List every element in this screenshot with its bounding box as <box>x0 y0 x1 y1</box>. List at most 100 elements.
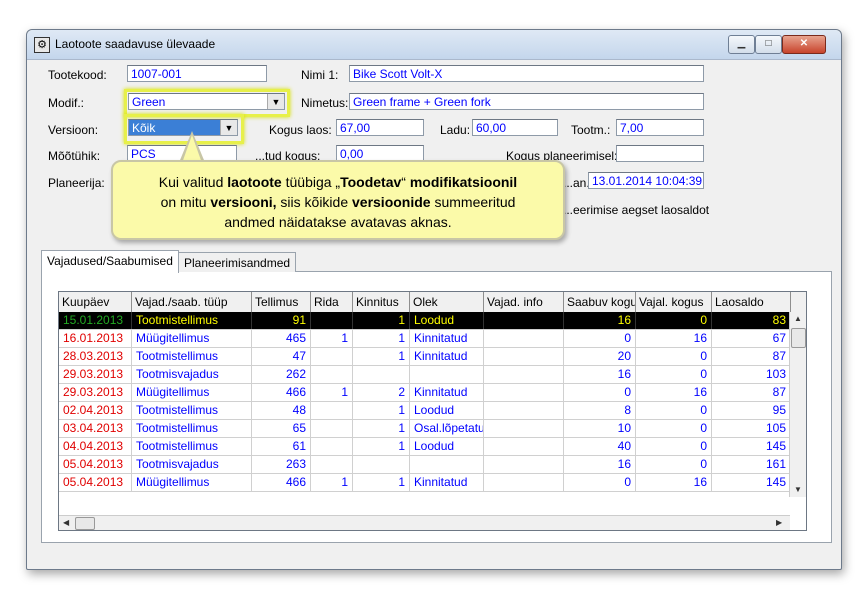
versioon-label: Versioon: <box>48 123 99 137</box>
table-row[interactable]: 16.01.2013 Müügitellimus 465 1 1 Kinnitatud 0 1… <box>59 330 791 348</box>
cell-confirm: 1 <box>353 474 410 491</box>
table-row[interactable]: 03.04.2013 Tootmistellimus 65 1 Osal.lõpetat… <box>59 420 791 438</box>
hscroll-thumb[interactable] <box>75 517 95 530</box>
aeg-field[interactable]: 13.01.2014 10:04:39 <box>588 172 704 189</box>
table-row[interactable]: 05.04.2013 Müügitellimus 466 1 1 Kinnitatud 0 1… <box>59 474 791 492</box>
cell-date: 02.04.2013 <box>59 402 132 419</box>
col-info[interactable]: Vajad. info <box>484 292 564 312</box>
col-saabuv[interactable]: Saabuv kogu <box>564 292 636 312</box>
cell-type: Müügitellimus <box>132 474 252 491</box>
col-vajal[interactable]: Vajal. kogus <box>636 292 712 312</box>
table-row[interactable]: 15.01.2013 Tootmistellimus 91 1 Loodud 16 0 83 <box>59 312 791 330</box>
scroll-up-icon[interactable]: ▲ <box>794 314 802 323</box>
cell-info <box>484 438 564 455</box>
data-grid[interactable]: Kuupäev Vajad./saab. tüüp Tellimus Rida … <box>58 291 807 531</box>
planeerija-label: Planeerija: <box>48 176 105 190</box>
cell-order: 91 <box>252 312 311 329</box>
modif-combo[interactable]: Green ▼ <box>128 93 285 110</box>
cell-status <box>410 366 484 383</box>
cell-status: Kinnitatud <box>410 330 484 347</box>
cell-status: Kinnitatud <box>410 474 484 491</box>
close-button[interactable]: ✕ <box>782 35 826 54</box>
cell-date: 04.04.2013 <box>59 438 132 455</box>
cell-info <box>484 420 564 437</box>
table-row[interactable]: 02.04.2013 Tootmistellimus 48 1 Loodud 8 0 95 <box>59 402 791 420</box>
vertical-scrollbar[interactable]: ▲ ▼ <box>789 312 806 497</box>
cell-info <box>484 366 564 383</box>
cell-balance: 161 <box>712 456 791 473</box>
table-row[interactable]: 28.03.2013 Tootmistellimus 47 1 Kinnitatud 20… <box>59 348 791 366</box>
cell-balance: 95 <box>712 402 791 419</box>
scroll-thumb[interactable] <box>791 328 806 348</box>
cell-required: 0 <box>636 456 712 473</box>
cell-required: 16 <box>636 330 712 347</box>
cell-balance: 103 <box>712 366 791 383</box>
col-tellimus[interactable]: Tellimus <box>252 292 311 312</box>
cell-incoming: 20 <box>564 348 636 365</box>
cell-info <box>484 402 564 419</box>
cell-type: Tootmisvajadus <box>132 456 252 473</box>
chevron-down-icon[interactable]: ▼ <box>220 120 237 135</box>
horizontal-scrollbar[interactable]: ◀ ▶ <box>59 515 790 530</box>
table-row[interactable]: 29.03.2013 Tootmisvajadus 262 16 0 103 <box>59 366 791 384</box>
cell-incoming: 0 <box>564 474 636 491</box>
cell-required: 0 <box>636 312 712 329</box>
table-row[interactable]: 29.03.2013 Müügitellimus 466 1 2 Kinnitatud 0 1… <box>59 384 791 402</box>
kogus-planeerimisel-field[interactable] <box>616 145 704 162</box>
chevron-down-icon[interactable]: ▼ <box>267 94 284 109</box>
callout-bold: versioonide <box>352 194 431 210</box>
col-kinnitus[interactable]: Kinnitus <box>353 292 410 312</box>
cell-required: 0 <box>636 402 712 419</box>
cell-incoming: 16 <box>564 456 636 473</box>
cell-confirm: 1 <box>353 438 410 455</box>
table-row[interactable]: 05.04.2013 Tootmisvajadus 263 16 0 161 <box>59 456 791 474</box>
cell-confirm <box>353 456 410 473</box>
ladu-field[interactable]: 60,00 <box>472 119 558 136</box>
cell-confirm: 2 <box>353 384 410 401</box>
nimetus-label: Nimetus: <box>301 96 349 110</box>
maximize-button[interactable]: □ <box>755 35 782 54</box>
cell-type: Müügitellimus <box>132 384 252 401</box>
col-kuupaev[interactable]: Kuupäev <box>59 292 132 312</box>
kogus-laos-field[interactable]: 67,00 <box>336 119 424 136</box>
cell-confirm: 1 <box>353 420 410 437</box>
cell-row: 1 <box>311 330 353 347</box>
cell-date: 29.03.2013 <box>59 384 132 401</box>
minimize-button[interactable]: ▁ <box>728 35 755 54</box>
kogus-laos-label: Kogus laos: <box>269 123 332 137</box>
table-row[interactable]: 04.04.2013 Tootmistellimus 61 1 Loodud 40 0 145 <box>59 438 791 456</box>
cell-row <box>311 402 353 419</box>
cell-incoming: 8 <box>564 402 636 419</box>
title-bar[interactable]: ⚙ Laotoote saadavuse ülevaade ▁ □ ✕ <box>27 30 841 60</box>
col-rida[interactable]: Rida <box>311 292 353 312</box>
scroll-down-icon[interactable]: ▼ <box>794 485 802 494</box>
nimi1-label: Nimi 1: <box>301 68 339 82</box>
cell-required: 0 <box>636 366 712 383</box>
cell-order: 262 <box>252 366 311 383</box>
scroll-left-icon[interactable]: ◀ <box>63 518 69 527</box>
scroll-right-icon[interactable]: ▶ <box>776 518 782 527</box>
cell-date: 05.04.2013 <box>59 456 132 473</box>
cell-date: 03.04.2013 <box>59 420 132 437</box>
cell-info <box>484 456 564 473</box>
cell-status: Loodud <box>410 438 484 455</box>
modif-label: Modif.: <box>48 96 85 110</box>
col-laosaldo[interactable]: Laosaldo <box>712 292 791 312</box>
nimi1-field[interactable]: Bike Scott Volt-X <box>349 65 704 82</box>
cell-order: 61 <box>252 438 311 455</box>
cell-date: 29.03.2013 <box>59 366 132 383</box>
tootm-field[interactable]: 7,00 <box>616 119 704 136</box>
tab-vajadused[interactable]: Vajadused/Saabumised <box>41 250 179 273</box>
cell-type: Tootmistellimus <box>132 420 252 437</box>
callout-bold: laotoote <box>227 174 282 190</box>
cell-type: Tootmisvajadus <box>132 366 252 383</box>
tootekood-field[interactable]: 1007-001 <box>127 65 267 82</box>
col-olek[interactable]: Olek <box>410 292 484 312</box>
nimetus-field[interactable]: Green frame + Green fork <box>349 93 704 110</box>
cell-order: 465 <box>252 330 311 347</box>
cell-info <box>484 384 564 401</box>
col-tyyp[interactable]: Vajad./saab. tüüp <box>132 292 252 312</box>
tab-planeerimisandmed[interactable]: Planeerimisandmed <box>178 252 297 272</box>
cell-balance: 83 <box>712 312 791 329</box>
mootuhik-label: Mõõtühik: <box>48 149 101 163</box>
